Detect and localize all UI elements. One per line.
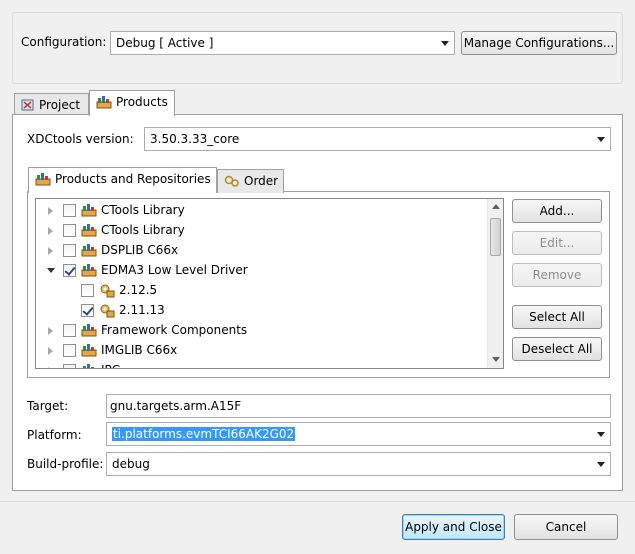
- tree-row[interactable]: 2.11.13: [36, 300, 486, 320]
- package-icon: [81, 324, 97, 337]
- tree-row[interactable]: IPC: [36, 360, 486, 368]
- target-value: gnu.targets.arm.A15F: [110, 399, 242, 413]
- tree-row[interactable]: CTools Library: [36, 200, 486, 220]
- tree-checkbox[interactable]: [63, 244, 76, 257]
- collapse-arrow-icon[interactable]: [47, 268, 55, 273]
- tree-item-label: Framework Components: [101, 323, 248, 337]
- tree-item-label: IPC: [101, 360, 120, 368]
- add-button[interactable]: Add...: [512, 199, 602, 223]
- select-all-button[interactable]: Select All: [512, 305, 602, 329]
- platform-combo[interactable]: ti.platforms.evmTCI66AK2G02: [106, 422, 611, 446]
- configuration-select[interactable]: Debug [ Active ]: [110, 31, 455, 55]
- package-icon: [81, 224, 97, 237]
- scroll-up-arrow-icon[interactable]: [492, 204, 500, 209]
- chevron-down-icon: [441, 41, 449, 46]
- tree-item-label: CTools Library: [101, 203, 185, 217]
- expand-arrow-icon[interactable]: [48, 327, 53, 335]
- tree-row[interactable]: 2.12.5: [36, 280, 486, 300]
- tree-checkbox[interactable]: [81, 284, 94, 297]
- tab-products-label: Products: [116, 95, 168, 109]
- products-icon: [35, 173, 51, 186]
- tree-row[interactable]: DSPLIB C66x: [36, 240, 486, 260]
- package-icon: [81, 344, 97, 357]
- build-profile-select[interactable]: debug: [106, 452, 611, 476]
- tab-order[interactable]: Order: [217, 169, 284, 193]
- edit-button[interactable]: Edit...: [512, 231, 602, 255]
- apply-and-close-button[interactable]: Apply and Close: [402, 514, 505, 540]
- cancel-button[interactable]: Cancel: [514, 514, 618, 540]
- tree-checkbox[interactable]: [63, 264, 76, 277]
- chevron-down-icon: [597, 137, 605, 142]
- build-profile-value: debug: [112, 457, 150, 471]
- scroll-down-arrow-icon[interactable]: [492, 357, 500, 362]
- tree-checkbox[interactable]: [63, 324, 76, 337]
- xdctools-version-label: XDCtools version:: [27, 132, 134, 146]
- platform-label: Platform:: [27, 428, 82, 442]
- remove-button[interactable]: Remove: [512, 263, 602, 287]
- version-gear-icon: [100, 284, 115, 298]
- expand-arrow-icon[interactable]: [48, 207, 53, 215]
- tree-scrollbar[interactable]: [487, 199, 503, 368]
- tab-products-and-repositories-label: Products and Repositories: [55, 172, 211, 186]
- project-icon: [21, 99, 34, 111]
- tree-item-label: DSPLIB C66x: [101, 243, 179, 257]
- target-field[interactable]: gnu.targets.arm.A15F: [106, 394, 611, 418]
- products-icon: [96, 96, 112, 109]
- configuration-label: Configuration:: [21, 35, 107, 49]
- version-gear-icon: [100, 304, 115, 318]
- expand-arrow-icon[interactable]: [48, 367, 53, 368]
- products-tree[interactable]: CTools Library CTools Library DSPLIB C66…: [35, 198, 504, 369]
- tree-checkbox[interactable]: [81, 304, 94, 317]
- tree-checkbox[interactable]: [63, 364, 76, 368]
- package-icon: [83, 364, 94, 368]
- tree-row[interactable]: EDMA3 Low Level Driver: [36, 260, 486, 280]
- tab-order-label: Order: [244, 174, 279, 188]
- package-icon: [81, 204, 97, 217]
- configuration-value: Debug [ Active ]: [116, 36, 214, 50]
- order-icon: [224, 175, 239, 187]
- tab-project-label: Project: [39, 98, 81, 112]
- deselect-all-button[interactable]: Deselect All: [512, 337, 602, 361]
- expand-arrow-icon[interactable]: [48, 347, 53, 355]
- tree-item-label: 2.11.13: [119, 303, 165, 317]
- xdctools-version-select[interactable]: 3.50.3.33_core: [144, 127, 611, 151]
- xdctools-version-value: 3.50.3.33_core: [150, 132, 240, 146]
- tree-item-label: 2.12.5: [119, 283, 158, 297]
- expand-arrow-icon[interactable]: [48, 227, 53, 235]
- tab-products[interactable]: Products: [89, 90, 175, 116]
- scrollbar-thumb[interactable]: [490, 218, 501, 256]
- tree-item-label: CTools Library: [101, 223, 185, 237]
- tree-row[interactable]: IMGLIB C66x: [36, 340, 486, 360]
- package-icon: [81, 244, 97, 257]
- expand-arrow-icon[interactable]: [48, 247, 53, 255]
- chevron-down-icon: [597, 432, 605, 437]
- tree-item-label: IMGLIB C66x: [101, 343, 178, 357]
- tree-checkbox[interactable]: [63, 204, 76, 217]
- tree-row[interactable]: CTools Library: [36, 220, 486, 240]
- target-label: Target:: [27, 399, 69, 413]
- manage-configurations-button[interactable]: Manage Configurations...: [461, 31, 617, 55]
- chevron-down-icon: [597, 462, 605, 467]
- footer-divider: [0, 501, 635, 502]
- tree-checkbox[interactable]: [63, 344, 76, 357]
- package-icon: [81, 264, 97, 277]
- tree-row[interactable]: Framework Components: [36, 320, 486, 340]
- tree-checkbox[interactable]: [63, 224, 76, 237]
- tab-products-and-repositories[interactable]: Products and Repositories: [28, 167, 217, 193]
- platform-value: ti.platforms.evmTCI66AK2G02: [112, 427, 296, 441]
- tree-item-label: EDMA3 Low Level Driver: [101, 263, 248, 277]
- build-profile-label: Build-profile:: [27, 457, 104, 471]
